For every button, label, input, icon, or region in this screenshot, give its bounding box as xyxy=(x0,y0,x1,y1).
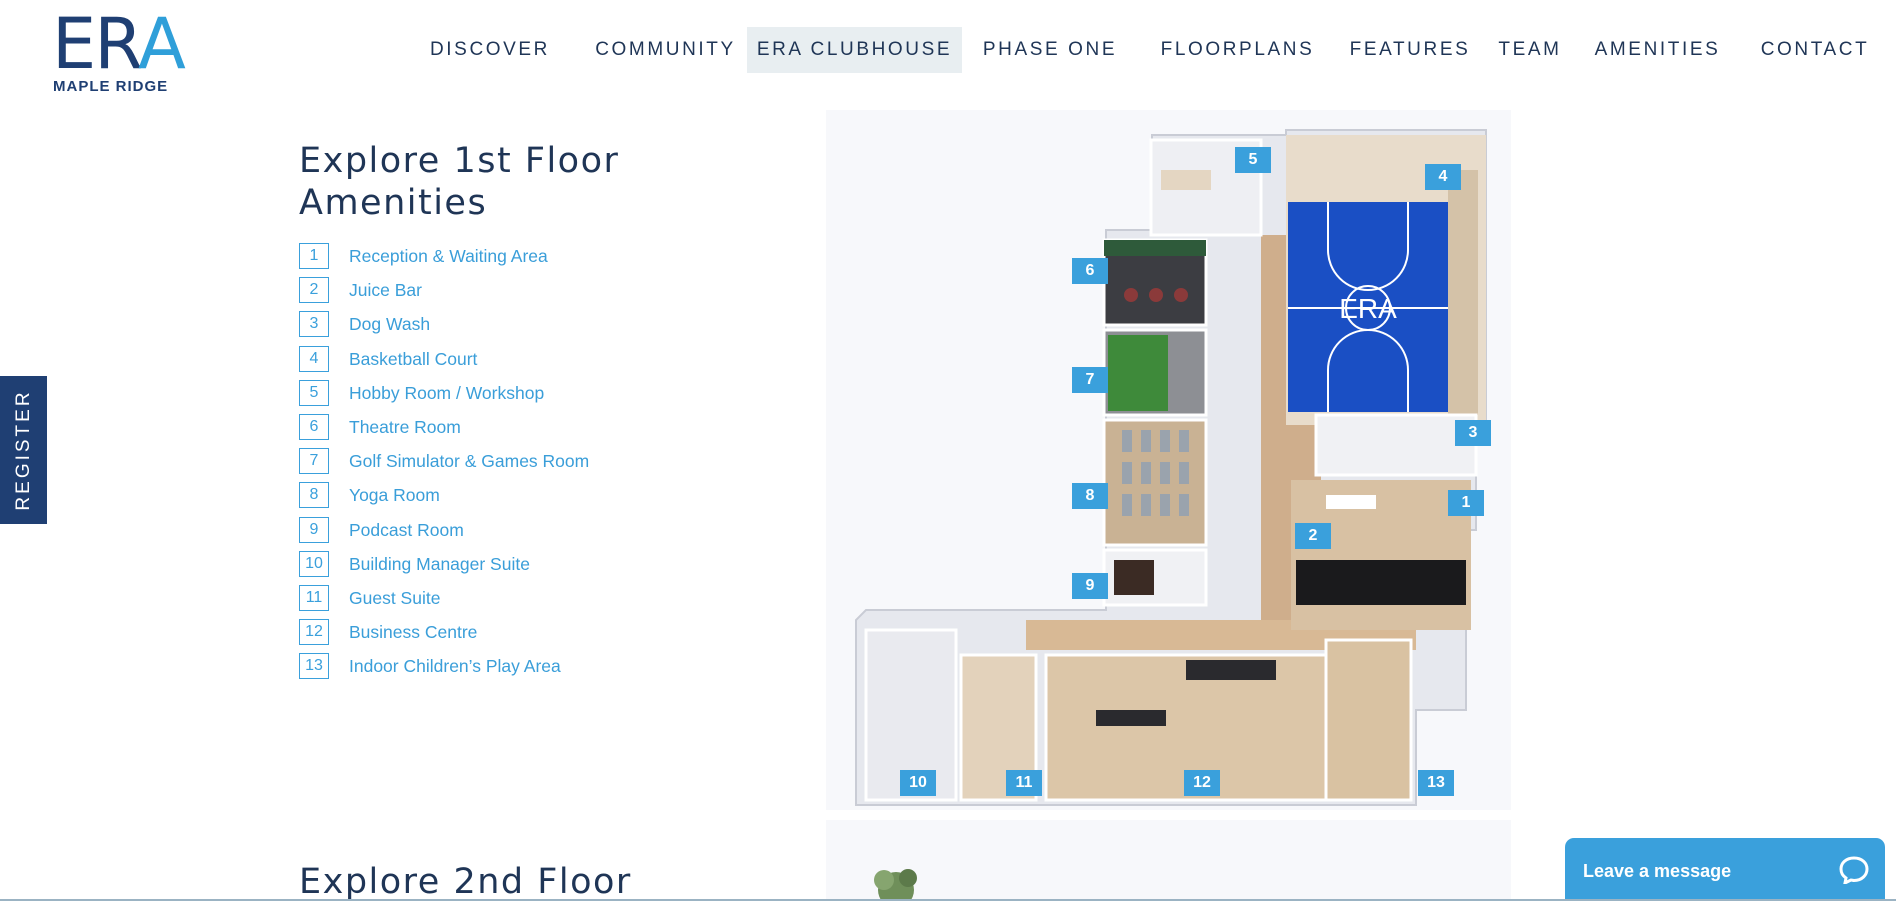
court-logo-text: ERA xyxy=(1339,293,1397,324)
amenity-number: 2 xyxy=(299,277,329,304)
amenity-number: 6 xyxy=(299,413,329,440)
floorplan-marker-6[interactable]: 6 xyxy=(1072,258,1108,284)
amenity-number: 13 xyxy=(299,653,329,680)
nav-item-floorplans[interactable]: FLOORPLANS xyxy=(1145,27,1330,73)
amenity-label: Business Centre xyxy=(349,622,478,643)
nav-item-era-clubhouse[interactable]: ERA CLUBHOUSE xyxy=(747,27,962,73)
floorplan-marker-2[interactable]: 2 xyxy=(1295,523,1331,549)
tree-image xyxy=(874,869,917,905)
amenity-number: 4 xyxy=(299,345,329,372)
amenity-number: 12 xyxy=(299,619,329,646)
register-tab[interactable]: REGISTER xyxy=(0,376,47,524)
amenity-label: Reception & Waiting Area xyxy=(349,246,548,266)
amenity-number: 9 xyxy=(299,516,329,543)
nav-item-contact[interactable]: CONTACT xyxy=(1735,27,1895,73)
floorplan-marker-10[interactable]: 10 xyxy=(900,770,936,796)
amenity-number: 5 xyxy=(299,379,329,406)
amenity-label: Golf Simulator & Games Room xyxy=(349,451,590,472)
amenity-number: 1 xyxy=(299,243,329,269)
floorplan-marker-11[interactable]: 11 xyxy=(1006,770,1042,796)
floorplan-marker-7[interactable]: 7 xyxy=(1072,367,1108,393)
chat-bubble-icon xyxy=(1839,856,1869,884)
logo-wordmark: ERA xyxy=(52,3,186,85)
logo-subtitle: MAPLE RIDGE xyxy=(53,78,169,95)
floorplan-illustration: ERA xyxy=(855,129,1487,806)
amenity-label: Theatre Room xyxy=(349,416,461,437)
floorplan-marker-9[interactable]: 9 xyxy=(1072,573,1108,599)
floorplan-marker-8[interactable]: 8 xyxy=(1072,483,1108,509)
nav-item-amenities[interactable]: AMENITIES xyxy=(1575,27,1740,73)
amenity-label: Dog Wash xyxy=(349,314,431,335)
amenity-label: Juice Bar xyxy=(349,280,422,301)
chat-label: Leave a message xyxy=(1583,861,1732,881)
section-title-2nd-floor: Explore 2nd Floor xyxy=(299,862,632,902)
floorplan-marker-4[interactable]: 4 xyxy=(1425,164,1461,190)
amenity-label: Yoga Room xyxy=(349,485,440,506)
floorplan-marker-12[interactable]: 12 xyxy=(1184,770,1220,796)
leave-message-widget[interactable]: Leave a message xyxy=(1565,838,1885,901)
amenity-label: Hobby Room / Workshop xyxy=(349,382,545,403)
amenity-label: Podcast Room xyxy=(349,519,464,540)
amenity-number: 10 xyxy=(299,550,329,577)
nav-item-phase-one[interactable]: PHASE ONE xyxy=(975,27,1125,73)
nav-item-discover[interactable]: DISCOVER xyxy=(415,27,565,73)
amenity-number: 7 xyxy=(299,448,329,475)
floorplan-marker-3[interactable]: 3 xyxy=(1455,420,1491,446)
register-label: REGISTER xyxy=(12,389,34,511)
amenity-number: 8 xyxy=(299,482,329,509)
logo[interactable]: ERA MAPLE RIDGE xyxy=(52,3,187,95)
nav-item-features[interactable]: FEATURES xyxy=(1330,27,1490,73)
amenity-label: Guest Suite xyxy=(349,587,441,608)
amenity-number: 3 xyxy=(299,311,329,338)
floorplan-marker-1[interactable]: 1 xyxy=(1448,490,1484,516)
amenity-label: Indoor Children’s Play Area xyxy=(349,656,561,677)
amenity-number: 11 xyxy=(299,584,329,611)
floorplan-2nd-floor xyxy=(826,820,1511,905)
amenity-label: Building Manager Suite xyxy=(349,553,530,574)
floorplan-marker-5[interactable]: 5 xyxy=(1235,147,1271,173)
floorplan-marker-13[interactable]: 13 xyxy=(1418,770,1454,796)
floorplan-1st-floor: ERA 5 4 6 7 3 8 1 2 9 10 11 12 13 xyxy=(826,110,1511,810)
nav-item-community[interactable]: COMMUNITY xyxy=(578,27,753,73)
nav-item-team[interactable]: TEAM xyxy=(1475,27,1585,73)
section-title-1st-floor: Explore 1st Floor Amenities xyxy=(299,141,620,223)
amenity-label: Basketball Court xyxy=(349,348,478,369)
